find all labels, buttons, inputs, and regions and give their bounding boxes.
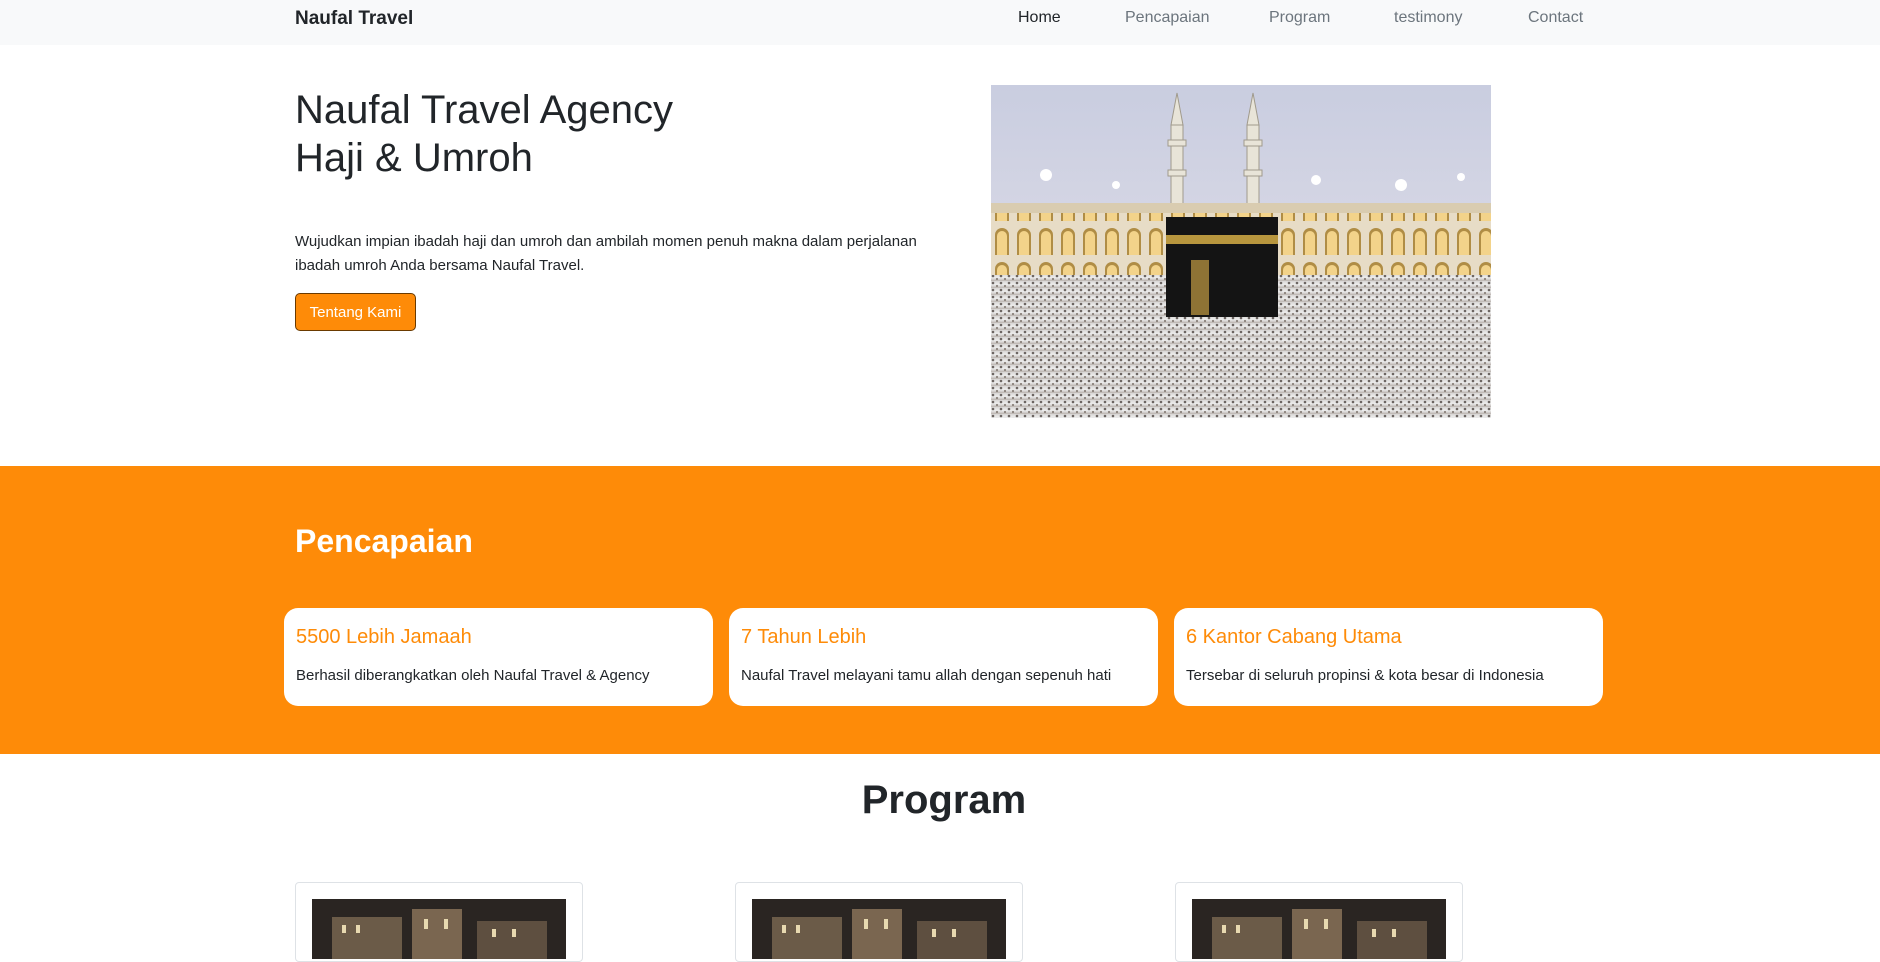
achievement-card-title: 7 Tahun Lebih [741,626,867,648]
program-card[interactable] [295,882,583,962]
about-us-button[interactable]: Tentang Kami [295,293,416,331]
nav-link-contact[interactable]: Contact [1528,9,1583,27]
achievement-card-text: Naufal Travel melayani tamu allah dengan… [741,667,1112,684]
achievement-card: 7 Tahun Lebih Naufal Travel melayani tam… [729,608,1158,706]
program-card[interactable] [1175,882,1463,962]
achievement-card-text: Berhasil diberangkatkan oleh Naufal Trav… [296,667,650,684]
achievement-card-title: 5500 Lebih Jamaah [296,626,472,648]
kaaba-image [991,85,1491,418]
achievement-card-title: 6 Kantor Cabang Utama [1186,626,1402,648]
achievement-card: 5500 Lebih Jamaah Berhasil diberangkatka… [284,608,713,706]
nav-link-home[interactable]: Home [1018,9,1061,27]
achievements-section: Pencapaian 5500 Lebih Jamaah Berhasil di… [0,466,1880,754]
nav-link-pencapaian[interactable]: Pencapaian [1125,9,1210,27]
achievements-title: Pencapaian [295,523,473,559]
hero-title: Naufal Travel Agency Haji & Umroh [295,86,673,182]
clock-tower-image [752,899,1006,959]
clock-tower-image [312,899,566,959]
achievement-card: 6 Kantor Cabang Utama Tersebar di seluru… [1174,608,1603,706]
clock-tower-image [1192,899,1446,959]
brand-logo[interactable]: Naufal Travel [295,8,413,30]
hero-description: Wujudkan impian ibadah haji dan umroh da… [295,233,917,274]
nav-link-testimony[interactable]: testimony [1394,9,1462,27]
navbar: Naufal Travel Home Pencapaian Program te… [0,0,1880,45]
hero-title-line2: Haji & Umroh [295,136,533,180]
nav-link-program[interactable]: Program [1269,9,1330,27]
program-title: Program [861,778,1027,822]
hero-title-line1: Naufal Travel Agency [295,88,673,132]
achievement-card-text: Tersebar di seluruh propinsi & kota besa… [1186,667,1544,684]
program-card[interactable] [735,882,1023,962]
